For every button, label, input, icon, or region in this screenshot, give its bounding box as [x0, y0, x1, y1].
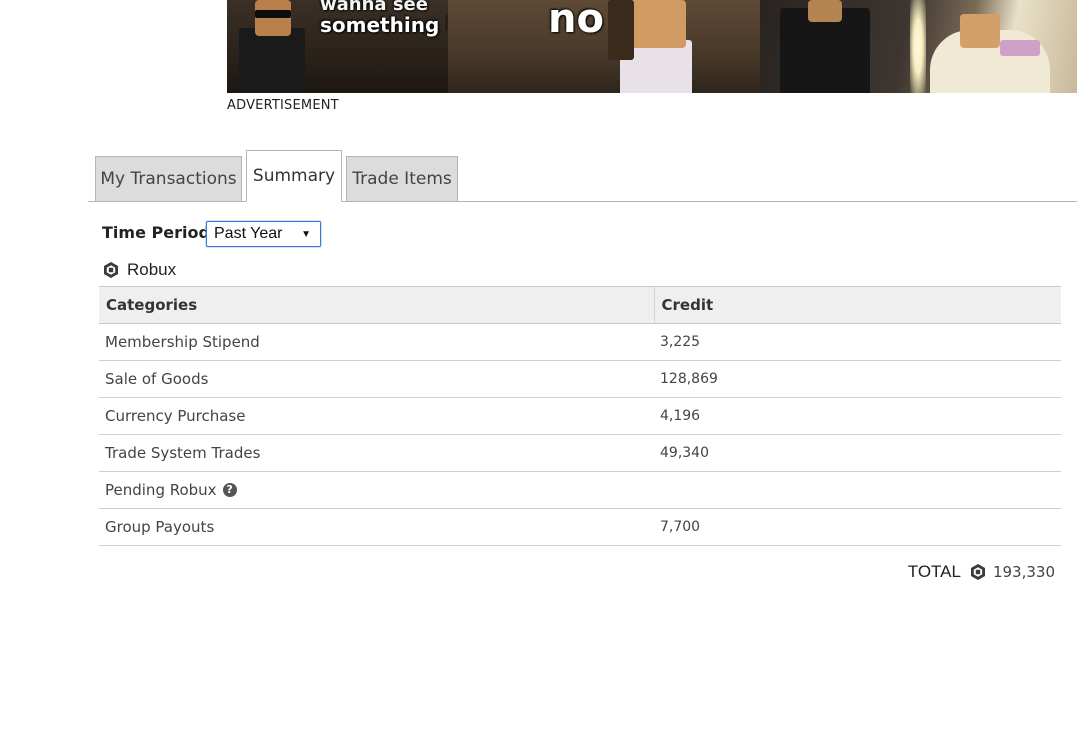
category-cell: Group Payouts	[99, 508, 654, 546]
ad-light-glow	[910, 0, 926, 93]
robux-icon	[104, 262, 118, 278]
currency-name: Robux	[127, 260, 177, 279]
table-row: Sale of Goods 128,869	[99, 360, 1061, 398]
table-row: Trade System Trades 49,340	[99, 434, 1061, 472]
summary-table: Categories Credit Membership Stipend 3,2…	[99, 286, 1061, 546]
table-row: Pending Robux?	[99, 471, 1061, 509]
transaction-tabs: My Transactions Summary Trade Items	[88, 150, 1077, 202]
total-value: 193,330	[992, 563, 1055, 581]
ad-panel-left: wanna see something hot	[227, 0, 448, 93]
column-header-categories: Categories	[99, 286, 655, 324]
category-cell: Trade System Trades	[99, 434, 654, 472]
ad-text-main: something hot	[320, 13, 448, 37]
time-period-label: Time Period:	[102, 223, 217, 242]
table-header-row: Categories Credit	[99, 286, 1061, 324]
tab-my-transactions[interactable]: My Transactions	[95, 156, 242, 202]
chevron-down-icon: ▼	[301, 229, 311, 240]
table-row: Group Payouts 7,700	[99, 508, 1061, 546]
credit-cell: 128,869	[654, 360, 1061, 398]
help-icon[interactable]: ?	[222, 483, 237, 497]
robux-icon	[970, 564, 985, 580]
credit-cell: 3,225	[654, 323, 1061, 361]
credit-cell: 49,340	[654, 434, 1061, 472]
credit-cell	[654, 471, 1061, 509]
currency-header: Robux	[102, 260, 176, 280]
time-period-select[interactable]: Past Year ▼	[206, 221, 321, 247]
table-row: Membership Stipend 3,225	[99, 323, 1061, 361]
advertisement-banner[interactable]: wanna see something hot no	[227, 0, 1077, 93]
category-cell: Membership Stipend	[99, 323, 654, 361]
category-cell: Currency Purchase	[99, 397, 654, 435]
category-cell: Sale of Goods	[99, 360, 654, 398]
ad-text-reply: no	[548, 0, 604, 42]
category-label: Pending Robux	[105, 481, 217, 499]
advertisement-label: ADVERTISEMENT	[227, 98, 339, 113]
tab-summary[interactable]: Summary	[246, 150, 342, 202]
ad-panel-middle: no	[448, 0, 760, 93]
tab-trade-items[interactable]: Trade Items	[346, 156, 458, 202]
category-cell: Pending Robux?	[99, 471, 654, 509]
table-row: Currency Purchase 4,196	[99, 397, 1061, 435]
total-label: TOTAL	[907, 562, 961, 581]
ad-panel-right	[760, 0, 1077, 93]
time-period-selected-value: Past Year	[214, 225, 283, 242]
total-summary: TOTAL 193,330	[908, 562, 1055, 582]
column-header-credit: Credit	[654, 286, 1061, 324]
credit-cell: 4,196	[654, 397, 1061, 435]
credit-cell: 7,700	[654, 508, 1061, 546]
